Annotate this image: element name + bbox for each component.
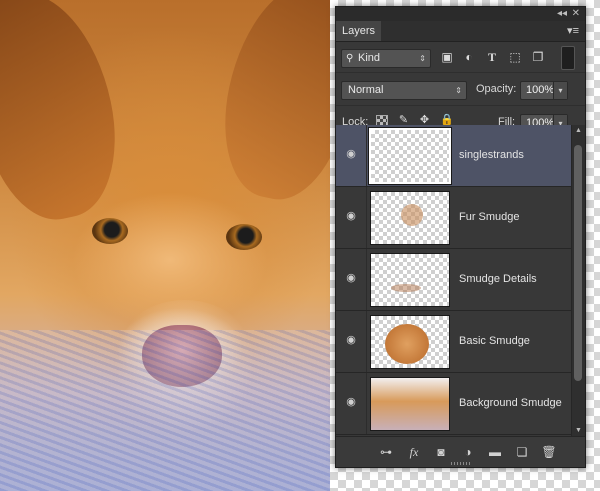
adjustment-filter-icon[interactable]: ◐: [462, 50, 476, 64]
layer-name[interactable]: Fur Smudge: [459, 211, 520, 223]
panel-menu-icon[interactable]: ▾≡: [567, 24, 579, 37]
divider: [366, 187, 367, 248]
layer-row[interactable]: ◉ singlestrands: [336, 125, 571, 187]
layer-thumbnail: [370, 377, 450, 431]
eye-icon[interactable]: ◉: [344, 149, 358, 160]
panel-footer: ⊶ fx ◙ ◑ ▬ ❏ 🗑: [336, 436, 585, 467]
blend-mode-value: Normal: [348, 84, 384, 96]
chevron-down-icon[interactable]: ▾: [553, 82, 567, 99]
divider: [366, 373, 367, 434]
adjustment-layer-icon[interactable]: ◑: [460, 444, 476, 460]
eye-icon[interactable]: ◉: [344, 397, 358, 408]
collapse-icon[interactable]: ◂◂: [557, 8, 567, 20]
scroll-up-icon[interactable]: ▲: [572, 125, 585, 137]
layer-thumbnail: [370, 191, 450, 245]
scrollbar-thumb[interactable]: [574, 145, 582, 381]
add-mask-icon[interactable]: ◙: [433, 444, 449, 460]
group-folder-icon[interactable]: ▬: [487, 444, 503, 460]
layer-name[interactable]: Basic Smudge: [459, 335, 530, 347]
panel-tab-row: Layers ▾≡: [336, 21, 585, 42]
opacity-value: 100%: [526, 84, 555, 96]
layer-row[interactable]: ◉ Background Smudge: [336, 373, 571, 435]
layer-name[interactable]: Background Smudge: [459, 397, 562, 409]
layers-list: ◉ singlestrands ◉ Fur Smudge ◉ Smudge De…: [336, 125, 571, 437]
opacity-field[interactable]: 100% ▾: [520, 81, 568, 100]
thumb-fur-strokes: [401, 204, 423, 226]
eye-icon[interactable]: ◉: [344, 273, 358, 284]
fx-icon[interactable]: fx: [406, 444, 422, 460]
eye-icon[interactable]: ◉: [344, 335, 358, 346]
opacity-label: Opacity:: [476, 83, 517, 95]
divider: [366, 125, 367, 186]
eye-icon[interactable]: ◉: [344, 211, 358, 222]
image-filter-icon[interactable]: ▣: [440, 50, 454, 64]
filter-kind-label: Kind: [358, 52, 381, 64]
layer-row[interactable]: ◉ Smudge Details: [336, 249, 571, 311]
layer-thumbnail: [370, 315, 450, 369]
layers-scrollbar[interactable]: ▲ ▼: [571, 125, 585, 437]
search-icon: ⚲: [346, 53, 354, 64]
updown-arrow-icon: ⇕: [455, 86, 462, 95]
layer-thumbnail: [368, 127, 452, 185]
dog-ear-left: [0, 0, 133, 232]
layer-name[interactable]: Smudge Details: [459, 273, 537, 285]
type-filter-icon[interactable]: T: [485, 50, 499, 64]
thumb-dog-shape: [385, 324, 429, 364]
filter-row: ⚲ Kind ⇕ ▣ ◐ T ⬚ ❐: [336, 42, 585, 73]
smart-object-filter-icon[interactable]: ❐: [531, 50, 545, 64]
layer-thumbnail: [370, 253, 450, 307]
blend-mode-select[interactable]: Normal ⇕: [341, 81, 467, 100]
filter-kind-select[interactable]: ⚲ Kind ⇕: [341, 49, 431, 68]
dog-eye-left: [92, 218, 128, 244]
blend-row: Normal ⇕ Opacity: 100% ▾: [336, 73, 585, 106]
shape-filter-icon[interactable]: ⬚: [508, 50, 522, 64]
updown-arrow-icon: ⇕: [419, 54, 426, 63]
link-layers-icon[interactable]: ⊶: [378, 444, 394, 460]
tab-layers[interactable]: Layers: [336, 21, 382, 41]
thumb-background-image: [371, 378, 449, 430]
dog-eye-right: [226, 224, 262, 250]
thumb-detail-strokes: [391, 284, 421, 292]
new-layer-icon[interactable]: ❏: [514, 444, 530, 460]
layer-row[interactable]: ◉ Fur Smudge: [336, 187, 571, 249]
rug-texture: [0, 330, 340, 491]
filter-toggle-switch[interactable]: [561, 46, 575, 70]
close-icon[interactable]: ✕: [572, 8, 580, 20]
layer-name[interactable]: singlestrands: [459, 149, 524, 161]
panel-titlebar[interactable]: ◂◂ ✕: [336, 7, 585, 21]
divider: [366, 311, 367, 372]
layers-panel: ◂◂ ✕ Layers ▾≡ ⚲ Kind ⇕ ▣ ◐ T ⬚ ❐ Normal…: [335, 6, 586, 468]
resize-grip[interactable]: [451, 462, 471, 465]
layer-row[interactable]: ◉ Basic Smudge: [336, 311, 571, 373]
trash-icon[interactable]: 🗑: [541, 444, 557, 460]
divider: [366, 249, 367, 310]
